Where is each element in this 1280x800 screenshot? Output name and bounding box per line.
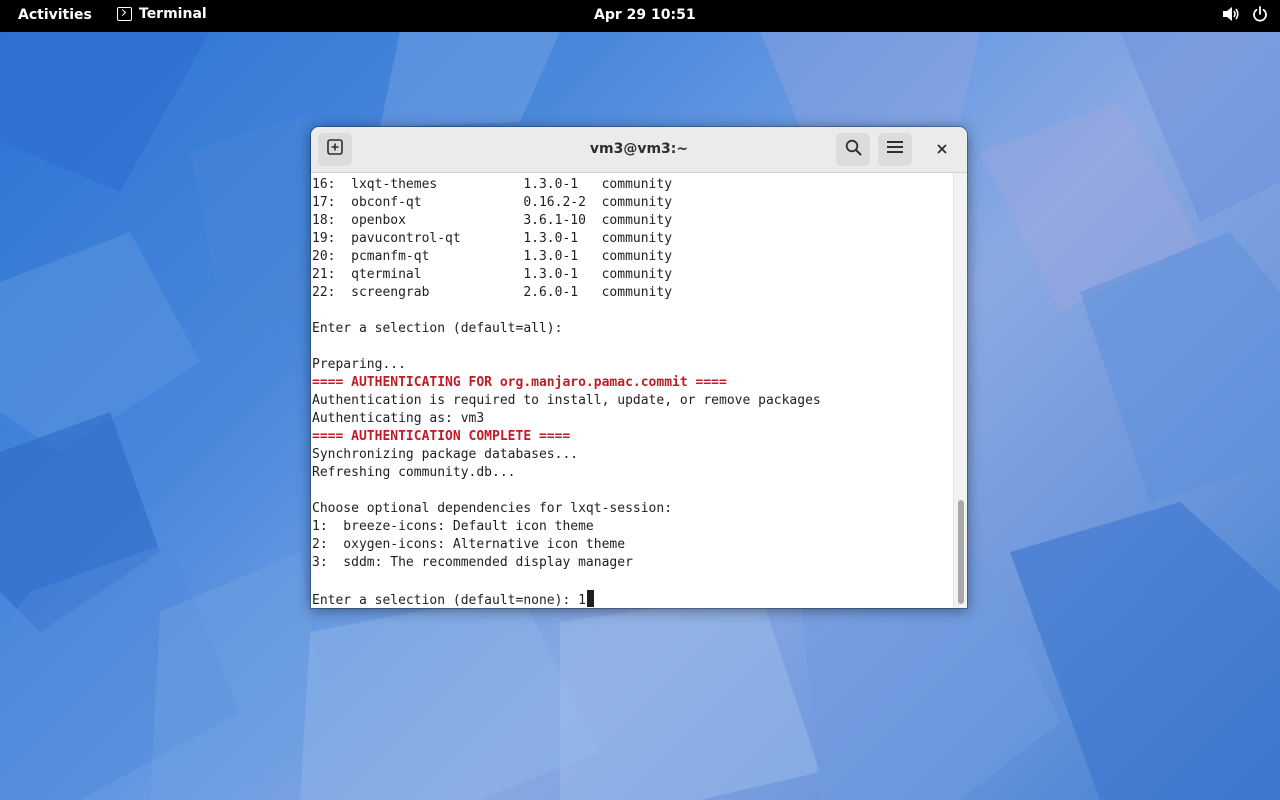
terminal-line: Authentication is required to install, u… — [312, 393, 821, 408]
terminal-line: Refreshing community.db... — [312, 465, 516, 480]
search-icon — [845, 139, 862, 161]
terminal-window: vm3@vm3:~ 16: lxqt-themes 1.3.0-1 commun… — [311, 127, 967, 608]
volume-icon[interactable] — [1222, 6, 1240, 22]
terminal-line: 21: qterminal 1.3.0-1 community — [312, 267, 673, 282]
app-menu-terminal[interactable]: Terminal — [117, 6, 207, 22]
close-icon — [937, 141, 947, 159]
terminal-line: Authenticating as: vm3 — [312, 411, 485, 426]
terminal-line: ==== AUTHENTICATING FOR org.manjaro.pama… — [312, 375, 727, 390]
window-headerbar[interactable]: vm3@vm3:~ — [311, 127, 967, 173]
terminal-line: Choose optional dependencies for lxqt-se… — [312, 501, 673, 516]
terminal-input[interactable]: 1 — [578, 593, 586, 608]
terminal-output[interactable]: 16: lxqt-themes 1.3.0-1 community 17: ob… — [311, 173, 953, 608]
terminal-line: 3: sddm: The recommended display manager — [312, 555, 633, 570]
top-bar: Activities Terminal Apr 29 10:51 — [0, 0, 1280, 32]
terminal-prompt: Enter a selection (default=none): — [312, 593, 579, 608]
terminal-line: Enter a selection (default=all): — [312, 321, 563, 336]
terminal-line: 16: lxqt-themes 1.3.0-1 community — [312, 177, 673, 192]
terminal-line: 18: openbox 3.6.1-10 community — [312, 213, 673, 228]
activities-button[interactable]: Activities — [18, 7, 92, 23]
main-menu-button[interactable] — [878, 133, 912, 166]
power-icon[interactable] — [1252, 6, 1268, 22]
terminal-prompt-line[interactable]: Enter a selection (default=none): 1 — [311, 590, 953, 608]
terminal-line: 19: pavucontrol-qt 1.3.0-1 community — [312, 231, 673, 246]
terminal-scrollbar[interactable] — [953, 173, 967, 608]
app-menu-label: Terminal — [139, 6, 207, 22]
terminal-line: Preparing... — [312, 357, 406, 372]
terminal-line: ==== AUTHENTICATION COMPLETE ==== — [312, 429, 571, 444]
terminal-cursor — [586, 590, 594, 607]
system-status-area[interactable] — [1222, 6, 1268, 22]
clock[interactable]: Apr 29 10:51 — [594, 7, 696, 23]
terminal-line: 1: breeze-icons: Default icon theme — [312, 519, 594, 534]
hamburger-menu-icon — [887, 140, 903, 159]
terminal-line: 20: pcmanfm-qt 1.3.0-1 community — [312, 249, 673, 264]
terminal-line: Synchronizing package databases... — [312, 447, 579, 462]
close-button[interactable] — [927, 135, 957, 165]
terminal-line: 17: obconf-qt 0.16.2-2 community — [312, 195, 673, 210]
search-button[interactable] — [836, 133, 870, 166]
terminal-line: 22: screengrab 2.6.0-1 community — [312, 285, 673, 300]
terminal-icon — [117, 7, 132, 21]
scrollbar-thumb[interactable] — [958, 500, 964, 604]
terminal-line: 2: oxygen-icons: Alternative icon theme — [312, 537, 626, 552]
